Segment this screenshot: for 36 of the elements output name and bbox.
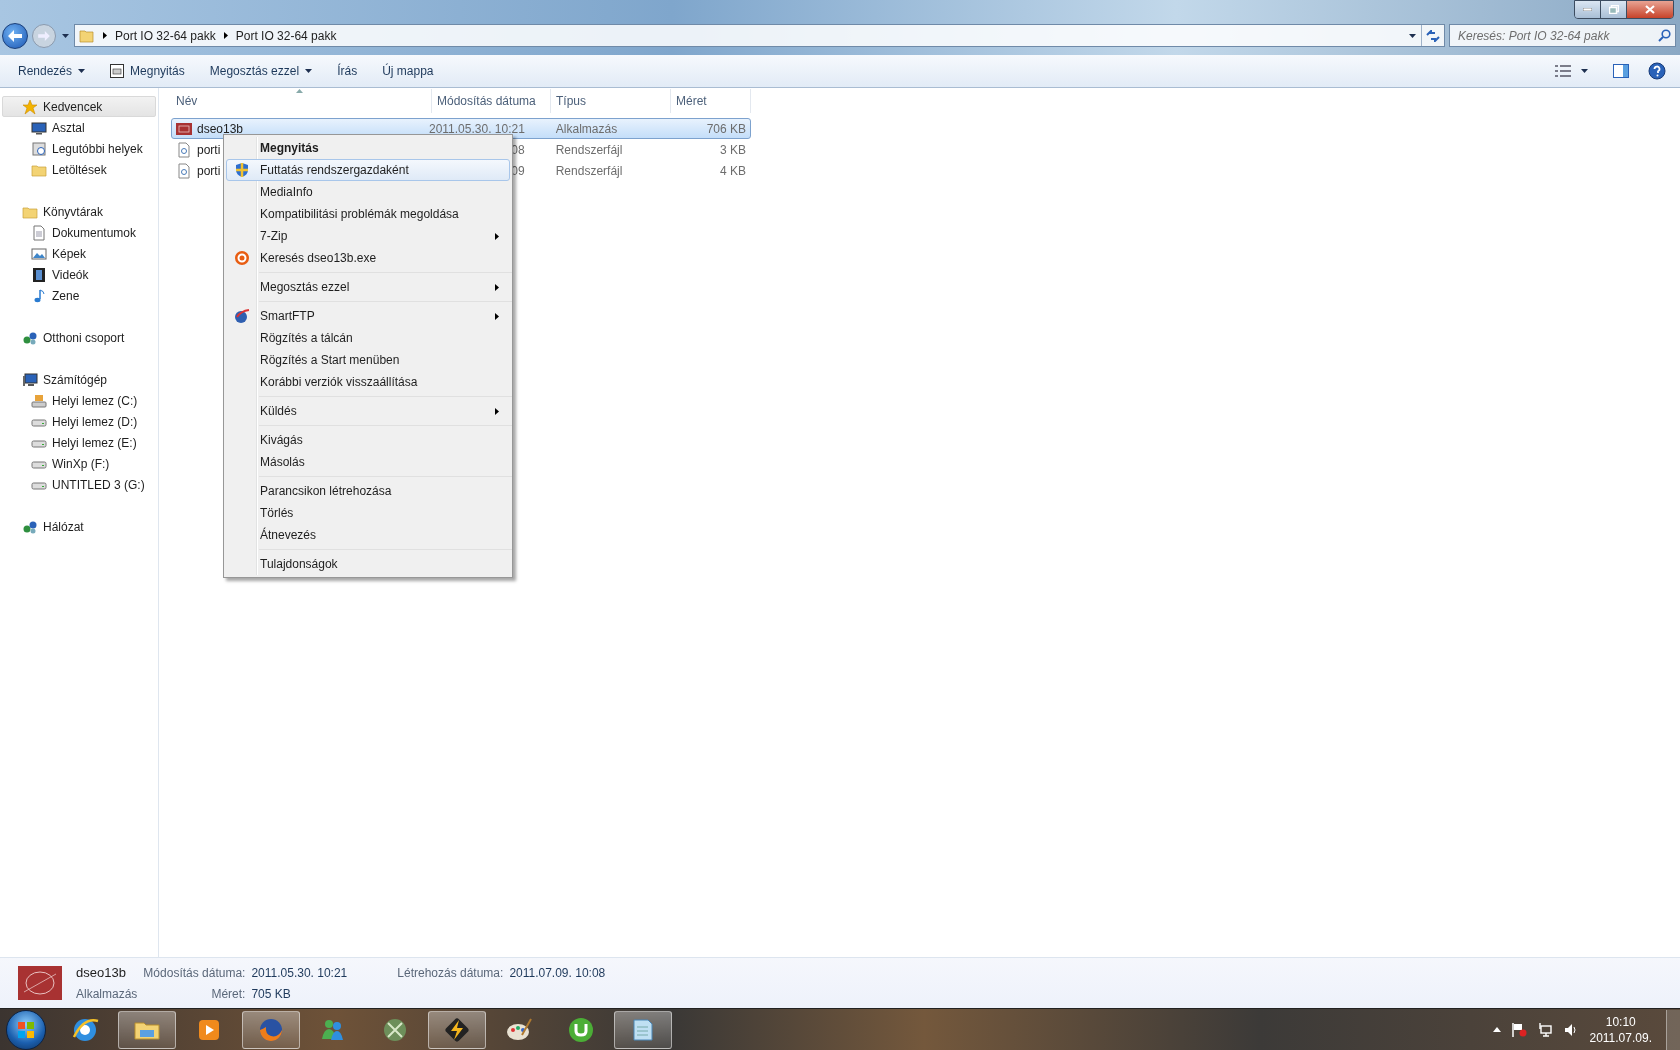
menu-label: Rögzítés a tálcán [260,330,353,347]
menu-label: Törlés [260,505,294,522]
menu-label: Küldés [260,403,297,420]
field-value: 705 KB [251,985,292,1003]
type-cell: Rendszerfájl [555,142,623,157]
type-cell: Rendszerfájl [555,163,623,178]
date-cell-text: 2011.05.30. 10:21 [429,120,525,138]
type-cell: Alkalmazás [555,121,618,136]
menu-label: Megnyitás [260,140,319,157]
menu-label: MediaInfo [260,184,313,201]
file-name: dseo13b [197,120,244,138]
field-label: Létrehozás dátuma: [397,965,504,982]
menu-label: Tulajdonságok [260,556,338,573]
field-label: Méret: [210,985,246,1003]
menu-label: Megosztás ezzel [260,279,350,296]
menu-label: Rögzítés a Start menüben [260,352,400,369]
menu-label: Futtatás rendszergazdaként [260,162,409,179]
menu-label: Kivágás [260,432,303,449]
details-name: dseo13b [76,964,127,983]
size-cell-text: 4 KB [720,162,746,180]
menu-label: Átnevezés [260,526,317,544]
menu-label: Keresés dseo13b.exe [260,250,377,267]
menu-label: Kompatibilitási problémák megoldása [260,206,459,223]
field-label: Módosítás dátuma: [143,965,246,982]
menu-label: Korábbi verziók visszaállítása [260,374,418,391]
field-value: 2011.07.09. 10:08 [509,965,606,982]
file-name: porti [197,162,221,180]
file-name: porti [197,141,221,159]
details-type: Alkalmazás [76,985,138,1003]
field-value: 2011.05.30. 10:21 [251,965,348,982]
size-cell-text: 3 KB [720,141,746,159]
menu-label: SmartFTP [260,308,315,325]
menu-label: Másolás [260,454,305,471]
menu-label: 7-Zip [260,228,288,245]
size-cell-text: 706 KB [706,120,746,138]
menu-label: Parancsikon létrehozása [260,483,392,500]
